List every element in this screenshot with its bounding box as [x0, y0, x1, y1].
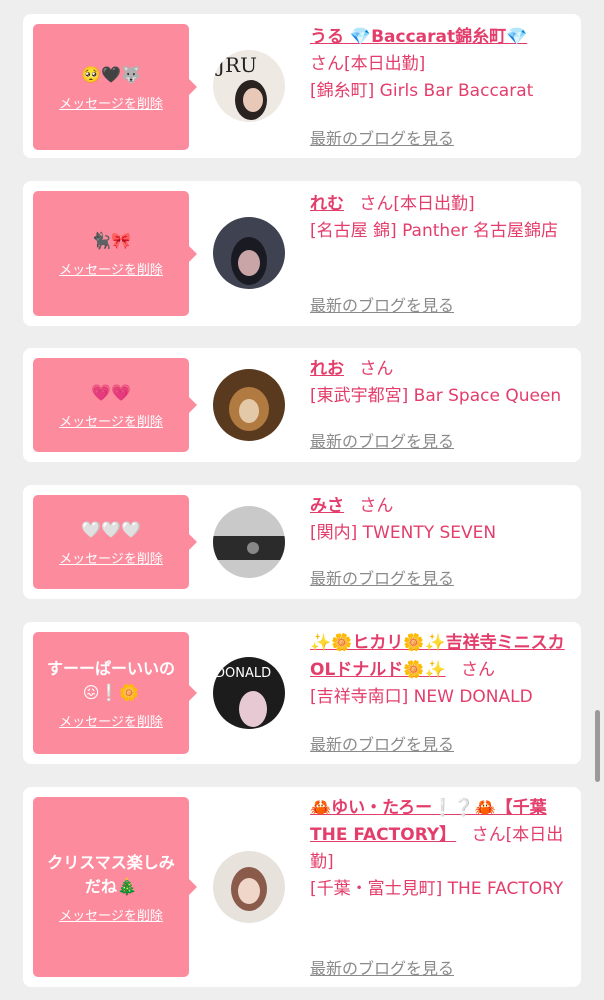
host-name-link[interactable]: れむ — [310, 194, 344, 214]
message-text: 🥺🖤🐺 — [81, 64, 141, 84]
honorific: さん — [471, 825, 506, 845]
host-info: れむ さん[本日出勤] [名古屋 錦] Panther 名古屋錦店 — [310, 191, 572, 245]
message-card: 💗💗 メッセージを削除 れお さん [東武宇都宮] Bar Space Quee… — [23, 348, 581, 462]
message-card: 🥺🖤🐺 メッセージを削除 JRU うる 💎Baccarat錦糸町💎 さん[本日出… — [23, 14, 581, 158]
message-bubble: 🤍🤍🤍 メッセージを削除 — [33, 495, 197, 589]
latest-blog-link[interactable]: 最新のブログを見る — [310, 125, 454, 149]
host-info: ✨🌼ヒカリ🌼✨吉祥寺ミニスカOLドナルド🌼✨ さん [吉祥寺南口] NEW DO… — [310, 630, 572, 711]
delete-message-link[interactable]: メッセージを削除 — [59, 93, 163, 112]
shop-name: [関内] TWENTY SEVEN — [310, 523, 497, 543]
message-text: 🤍🤍🤍 — [81, 519, 141, 539]
message-card: 🤍🤍🤍 メッセージを削除 みさ さん [関内] TWENTY SEVEN 最新の… — [23, 485, 581, 599]
svg-text:DONALD: DONALD — [215, 666, 271, 681]
attendance-status: [本日出勤] — [344, 54, 426, 74]
avatar[interactable]: JRU — [213, 50, 285, 122]
message-text: 💗💗 — [91, 382, 131, 402]
message-card: すーーぱーいいの 😖❕🌼 メッセージを削除 DONALD ✨🌼ヒカリ🌼✨吉祥寺ミ… — [23, 622, 581, 764]
latest-blog-link[interactable]: 最新のブログを見る — [310, 565, 454, 589]
host-name-link[interactable]: ✨🌼ヒカリ🌼✨吉祥寺ミニスカOLドナルド🌼✨ — [310, 633, 565, 680]
delete-message-link[interactable]: メッセージを削除 — [59, 905, 163, 924]
attendance-status: [本日出勤] — [393, 194, 475, 214]
scrollbar[interactable] — [595, 710, 600, 782]
avatar[interactable] — [213, 506, 285, 578]
avatar[interactable] — [213, 217, 285, 289]
latest-blog-link[interactable]: 最新のブログを見る — [310, 292, 454, 316]
avatar[interactable]: DONALD — [213, 657, 285, 729]
host-name-link[interactable]: うる 💎Baccarat錦糸町💎 — [310, 27, 527, 47]
latest-blog-link[interactable]: 最新のブログを見る — [310, 731, 454, 755]
host-info: 🦀ゆい・たろー❕❔🦀【千葉THE FACTORY】 さん[本日出勤] [千葉・富… — [310, 795, 572, 903]
message-bubble: 💗💗 メッセージを削除 — [33, 358, 197, 452]
message-bubble: 🐈‍⬛🎀 メッセージを削除 — [33, 191, 197, 316]
host-name-link[interactable]: みさ — [310, 496, 344, 516]
avatar[interactable] — [213, 369, 285, 441]
delete-message-link[interactable]: メッセージを削除 — [59, 711, 163, 730]
shop-name: [名古屋 錦] Panther 名古屋錦店 — [310, 221, 559, 241]
host-name-link[interactable]: れお — [310, 359, 344, 379]
latest-blog-link[interactable]: 最新のブログを見る — [310, 428, 454, 452]
honorific: さん — [310, 54, 344, 74]
honorific: さん — [359, 496, 394, 516]
honorific: さん — [359, 359, 394, 379]
shop-name: [吉祥寺南口] NEW DONALD — [310, 687, 533, 707]
latest-blog-link[interactable]: 最新のブログを見る — [310, 955, 454, 979]
honorific: さん — [461, 660, 496, 680]
message-text: すーーぱーいいの 😖❕🌼 — [46, 658, 175, 702]
host-info: れお さん [東武宇都宮] Bar Space Queen — [310, 356, 572, 410]
message-text: 🐈‍⬛🎀 — [91, 231, 131, 250]
host-info: うる 💎Baccarat錦糸町💎 さん[本日出勤] [錦糸町] Girls Ba… — [310, 24, 572, 105]
message-text: クリスマス楽しみ だね🎄 — [47, 852, 175, 896]
svg-text:JRU: JRU — [215, 53, 257, 77]
avatar[interactable] — [213, 851, 285, 923]
honorific: さん — [359, 194, 394, 214]
delete-message-link[interactable]: メッセージを削除 — [59, 259, 163, 278]
message-card: クリスマス楽しみ だね🎄 メッセージを削除 🦀ゆい・たろー❕❔🦀【千葉THE F… — [23, 787, 581, 987]
shop-name: [千葉・富士見町] THE FACTORY — [310, 879, 564, 899]
shop-name: [東武宇都宮] Bar Space Queen — [310, 386, 562, 406]
shop-name: [錦糸町] Girls Bar Baccarat — [310, 81, 534, 101]
host-info: みさ さん [関内] TWENTY SEVEN — [310, 493, 572, 547]
delete-message-link[interactable]: メッセージを削除 — [59, 548, 163, 567]
message-bubble: すーーぱーいいの 😖❕🌼 メッセージを削除 — [33, 632, 197, 754]
message-card: 🐈‍⬛🎀 メッセージを削除 れむ さん[本日出勤] [名古屋 錦] Panthe… — [23, 181, 581, 326]
delete-message-link[interactable]: メッセージを削除 — [59, 411, 163, 430]
message-bubble: 🥺🖤🐺 メッセージを削除 — [33, 24, 197, 150]
message-bubble: クリスマス楽しみ だね🎄 メッセージを削除 — [33, 797, 197, 977]
